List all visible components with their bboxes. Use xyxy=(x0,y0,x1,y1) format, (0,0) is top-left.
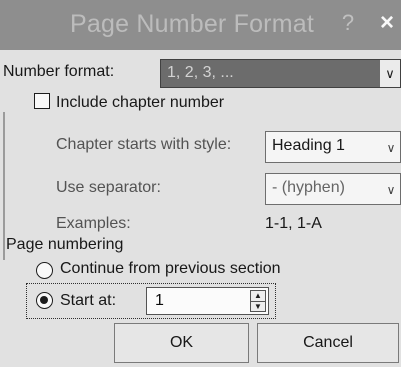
number-format-label: Number format: xyxy=(3,63,115,80)
dialog-title: Page Number Format xyxy=(70,10,314,38)
separator-value: - (hyphen) xyxy=(272,179,345,196)
page-numbering-heading: Page numbering xyxy=(6,236,124,253)
chevron-down-icon[interactable]: ∨ xyxy=(382,132,400,162)
chevron-down-icon[interactable]: ∨ xyxy=(382,174,400,204)
start-at-value: 1 xyxy=(155,292,164,309)
number-format-value: 1, 2, 3, ... xyxy=(167,64,234,81)
chapter-style-value: Heading 1 xyxy=(272,137,345,154)
close-button[interactable]: × xyxy=(373,8,401,38)
examples-value: 1-1, 1-A xyxy=(265,215,322,232)
number-format-combo[interactable]: 1, 2, 3, ... ∨ xyxy=(160,59,401,88)
chapter-style-label: Chapter starts with style: xyxy=(56,136,232,153)
ok-button[interactable]: OK xyxy=(114,323,249,363)
spin-down-icon[interactable]: ▼ xyxy=(251,301,265,312)
page-number-format-dialog: Page Number Format ? × Number format: 1,… xyxy=(0,0,401,367)
chevron-down-icon[interactable]: ∨ xyxy=(380,60,400,87)
continue-radio[interactable] xyxy=(36,262,53,279)
title-bar: Page Number Format ? × xyxy=(0,0,401,50)
examples-label: Examples: xyxy=(56,215,131,232)
include-chapter-label[interactable]: Include chapter number xyxy=(56,94,224,112)
cancel-button[interactable]: Cancel xyxy=(257,323,399,363)
start-at-label[interactable]: Start at: xyxy=(60,292,116,310)
chapter-style-combo[interactable]: Heading 1 ∨ xyxy=(265,131,401,163)
separator-label: Use separator: xyxy=(56,179,161,196)
continue-label[interactable]: Continue from previous section xyxy=(60,260,281,278)
include-chapter-checkbox[interactable] xyxy=(34,93,50,109)
start-at-radio[interactable] xyxy=(36,292,53,309)
separator-combo[interactable]: - (hyphen) ∨ xyxy=(265,173,401,205)
spin-up-icon[interactable]: ▲ xyxy=(251,291,265,301)
help-button[interactable]: ? xyxy=(338,9,358,37)
spinner-buttons: ▲ ▼ xyxy=(250,290,266,312)
group-divider xyxy=(3,112,5,260)
start-at-spinner[interactable]: 1 ▲ ▼ xyxy=(146,287,269,315)
